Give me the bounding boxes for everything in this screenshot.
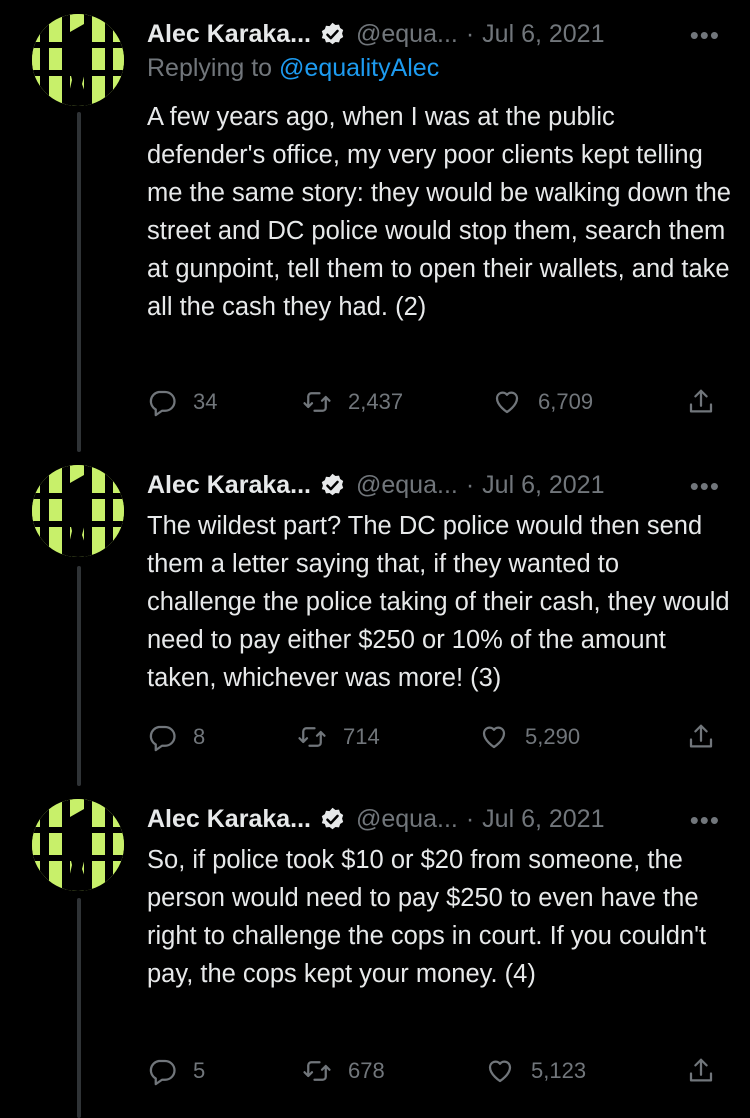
avatar[interactable] — [32, 799, 124, 891]
tweet[interactable]: Alec Karaka... @equa... · Jul 6, 2021 ••… — [0, 799, 750, 1118]
share-button[interactable] — [686, 387, 716, 422]
more-options-icon[interactable]: ••• — [690, 20, 720, 51]
tweet-date[interactable]: Jul 6, 2021 — [482, 805, 604, 834]
separator-dot: · — [465, 804, 475, 833]
retweet-button[interactable]: 678 — [302, 1056, 385, 1086]
like-count: 6,709 — [538, 389, 594, 414]
tweet-header: Alec Karaka... @equa... · Jul 6, 2021 ••… — [147, 14, 720, 54]
tweet-text: The wildest part? The DC police would th… — [147, 512, 730, 692]
heart-icon — [482, 726, 506, 749]
retweet-button[interactable]: 2,437 — [302, 387, 403, 417]
share-button[interactable] — [686, 722, 716, 757]
tweet-text: So, if police took $10 or $20 from someo… — [147, 846, 707, 988]
like-button[interactable]: 5,123 — [485, 1056, 586, 1086]
retweet-icon — [303, 392, 331, 412]
retweet-count: 714 — [343, 724, 380, 749]
reply-count: 5 — [193, 1058, 206, 1083]
tweet-date[interactable]: Jul 6, 2021 — [482, 20, 604, 49]
reply-icon — [149, 390, 176, 417]
like-button[interactable]: 6,709 — [492, 387, 593, 417]
author-handle[interactable]: @equa... — [356, 805, 458, 834]
like-count: 5,123 — [531, 1058, 587, 1083]
more-options-icon[interactable]: ••• — [690, 805, 720, 836]
tweet-header: Alec Karaka... @equa... · Jul 6, 2021 ••… — [147, 799, 720, 839]
reply-button[interactable]: 5 — [147, 1056, 205, 1086]
share-icon — [689, 1058, 713, 1082]
tweet-text: A few years ago, when I was at the publi… — [147, 103, 731, 321]
avatar-image — [32, 465, 124, 557]
verified-badge-icon — [321, 22, 344, 44]
reply-count: 34 — [193, 389, 218, 414]
reply-icon — [149, 725, 176, 752]
author-name[interactable]: Alec Karaka... — [147, 805, 311, 834]
avatar-image — [32, 14, 124, 106]
reply-count: 8 — [193, 724, 206, 749]
author-handle[interactable]: @equa... — [356, 20, 458, 49]
tweet[interactable]: Alec Karaka... @equa... · Jul 6, 2021 ••… — [0, 14, 750, 444]
tweet-header: Alec Karaka... @equa... · Jul 6, 2021 ••… — [147, 465, 720, 505]
like-count: 5,290 — [525, 724, 581, 749]
replying-to: Replying to @equalityAlec — [147, 54, 439, 83]
reply-button[interactable]: 8 — [147, 722, 205, 752]
retweet-icon — [303, 1061, 331, 1081]
reply-handle-link[interactable]: @equalityAlec — [279, 54, 439, 82]
separator-dot: · — [465, 19, 475, 48]
verified-badge-icon — [321, 807, 344, 829]
avatar-image — [32, 799, 124, 891]
share-icon — [689, 389, 713, 413]
author-name[interactable]: Alec Karaka... — [147, 471, 311, 500]
share-icon — [689, 724, 713, 748]
tweet-actions: 34 2,437 6,709 — [147, 387, 720, 423]
retweet-count: 2,437 — [348, 389, 404, 414]
reply-button[interactable]: 34 — [147, 387, 217, 417]
author-name[interactable]: Alec Karaka... — [147, 20, 311, 49]
tweet-actions: 5 678 5,123 — [147, 1056, 720, 1092]
reply-icon — [149, 1059, 176, 1086]
share-button[interactable] — [686, 1056, 716, 1091]
tweet[interactable]: Alec Karaka... @equa... · Jul 6, 2021 ••… — [0, 465, 750, 795]
separator-dot: · — [465, 470, 475, 499]
heart-icon — [488, 1060, 512, 1083]
heart-icon — [495, 391, 519, 414]
author-handle[interactable]: @equa... — [356, 471, 458, 500]
avatar[interactable] — [32, 14, 124, 106]
retweet-icon — [298, 727, 326, 747]
retweet-button[interactable]: 714 — [297, 722, 380, 752]
tweet-date[interactable]: Jul 6, 2021 — [482, 471, 604, 500]
replying-to-label: Replying to — [147, 54, 273, 82]
like-button[interactable]: 5,290 — [479, 722, 580, 752]
more-options-icon[interactable]: ••• — [690, 471, 720, 502]
verified-badge-icon — [321, 473, 344, 495]
retweet-count: 678 — [348, 1058, 385, 1083]
avatar[interactable] — [32, 465, 124, 557]
tweet-actions: 8 714 5,290 — [147, 722, 720, 758]
